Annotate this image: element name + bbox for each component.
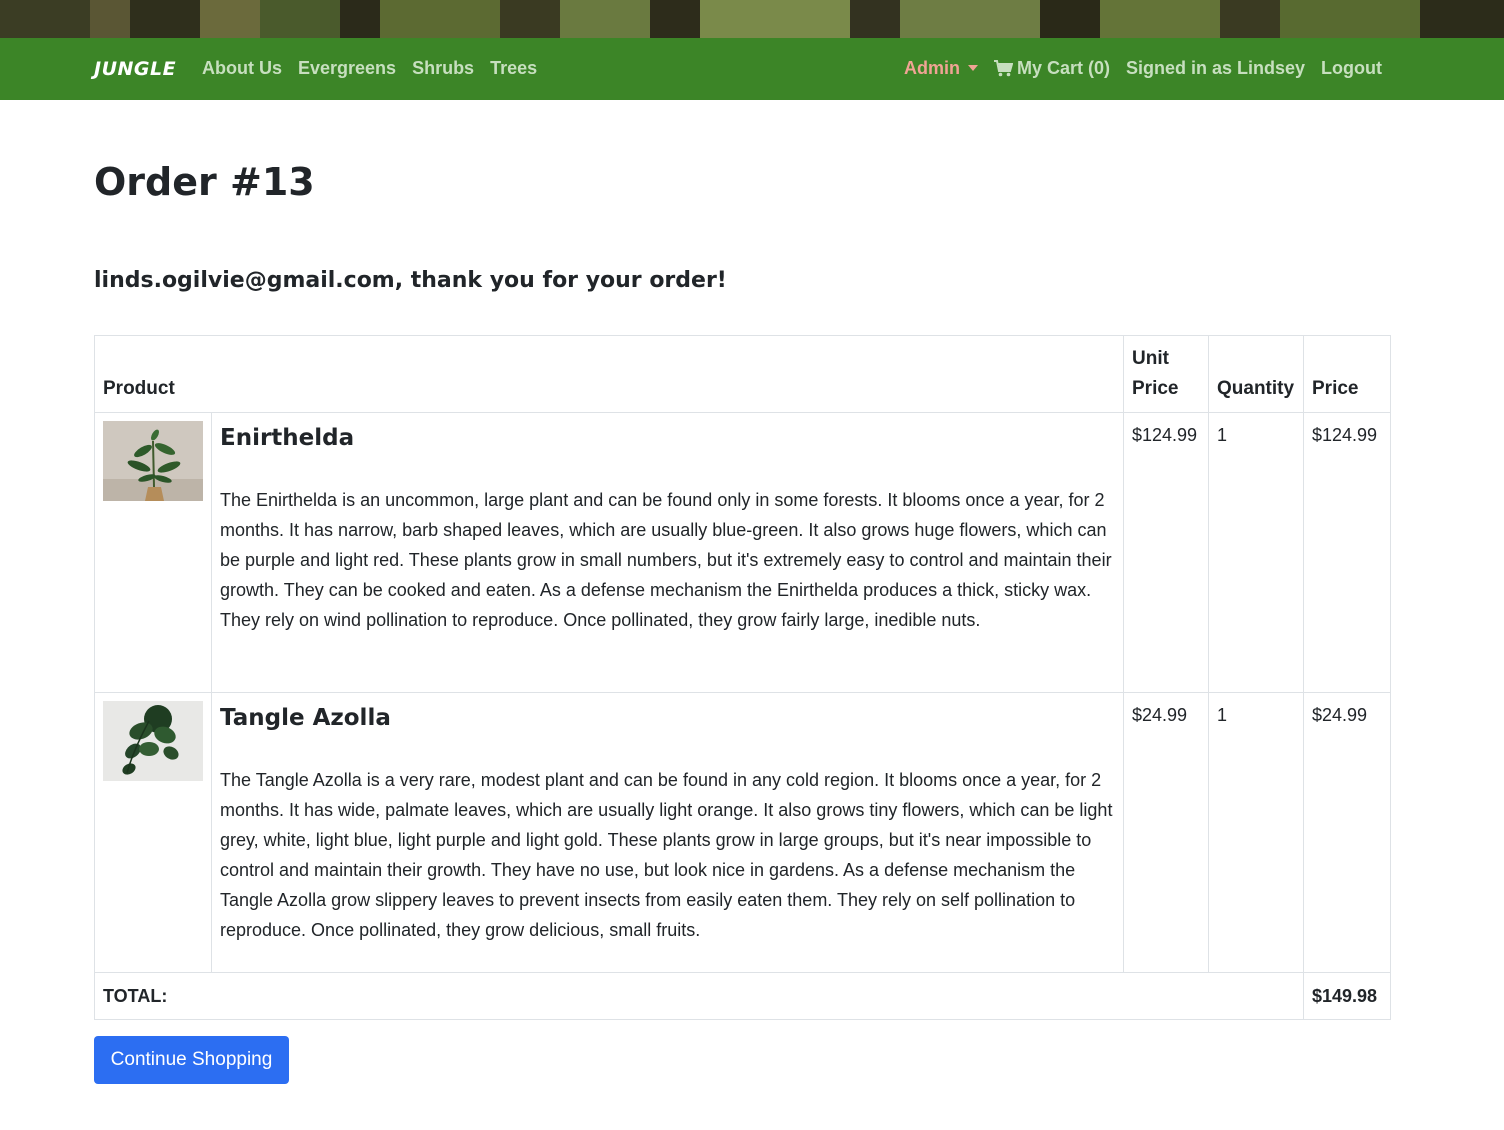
admin-dropdown[interactable]: Admin — [904, 58, 978, 79]
price: $124.99 — [1312, 425, 1378, 445]
unit-price: $24.99 — [1132, 705, 1188, 725]
hanging-plant-image — [103, 701, 203, 781]
product-name[interactable]: Tangle Azolla — [220, 705, 1115, 731]
product-image-cell — [94, 412, 212, 693]
unit-price-cell: $124.99 — [1123, 412, 1209, 693]
header-unit-price: Unit Price — [1123, 335, 1209, 413]
unit-price-cell: $24.99 — [1123, 692, 1209, 973]
price-cell: $124.99 — [1303, 412, 1391, 693]
quantity: 1 — [1217, 425, 1228, 445]
nav-link-trees[interactable]: Trees — [490, 58, 537, 79]
logout-link[interactable]: Logout — [1321, 58, 1382, 79]
nav-right: Admin My Cart (0) Signed in as Lindsey L… — [904, 58, 1382, 79]
potted-plant-image — [103, 421, 203, 501]
product-description: The Enirthelda is an uncommon, large pla… — [220, 490, 1112, 630]
header-quantity: Quantity — [1208, 335, 1304, 413]
nav-links: About Us Evergreens Shrubs Trees — [202, 58, 537, 79]
price-cell: $24.99 — [1303, 692, 1391, 973]
product-info-cell: Enirthelda The Enirthelda is an uncommon… — [211, 412, 1124, 693]
header-price: Price — [1303, 335, 1391, 413]
product-description: The Tangle Azolla is a very rare, modest… — [220, 770, 1113, 940]
table-row: Tangle Azolla The Tangle Azolla is a ver… — [94, 692, 1391, 973]
page-title: Order #13 — [94, 160, 315, 204]
table-header-row: Product Unit Price Quantity Price — [94, 335, 1391, 413]
continue-shopping-button[interactable]: Continue Shopping — [94, 1036, 289, 1084]
nav-link-evergreens[interactable]: Evergreens — [298, 58, 396, 79]
cart-label: My Cart (0) — [1016, 58, 1110, 78]
total-value: $149.98 — [1303, 972, 1391, 1020]
total-label: TOTAL: — [94, 972, 1304, 1020]
caret-down-icon — [967, 64, 978, 71]
nav-link-about-us[interactable]: About Us — [202, 58, 282, 79]
nav-link-shrubs[interactable]: Shrubs — [412, 58, 474, 79]
quantity: 1 — [1217, 705, 1228, 725]
total-row: TOTAL: $149.98 — [94, 972, 1391, 1020]
signed-in-link[interactable]: Signed in as Lindsey — [1126, 58, 1305, 79]
quantity-cell: 1 — [1208, 412, 1304, 693]
admin-label: Admin — [903, 58, 960, 78]
brand-logo[interactable]: JUNGLE — [94, 58, 176, 80]
order-table: Product Unit Price Quantity Price Enirth… — [94, 335, 1391, 1020]
cart-icon — [993, 60, 1013, 77]
product-info-cell: Tangle Azolla The Tangle Azolla is a ver… — [211, 692, 1124, 973]
table-row: Enirthelda The Enirthelda is an uncommon… — [94, 412, 1391, 693]
thank-you-message: linds.ogilvie@gmail.com, thank you for y… — [94, 268, 727, 293]
header-product: Product — [94, 335, 1124, 413]
price: $24.99 — [1312, 705, 1368, 725]
cart-link[interactable]: My Cart (0) — [993, 58, 1110, 79]
unit-price: $124.99 — [1132, 425, 1198, 445]
forest-banner — [0, 0, 1504, 38]
navbar: JUNGLE About Us Evergreens Shrubs Trees … — [0, 38, 1504, 100]
product-name[interactable]: Enirthelda — [220, 425, 1115, 451]
product-image-cell — [94, 692, 212, 973]
quantity-cell: 1 — [1208, 692, 1304, 973]
